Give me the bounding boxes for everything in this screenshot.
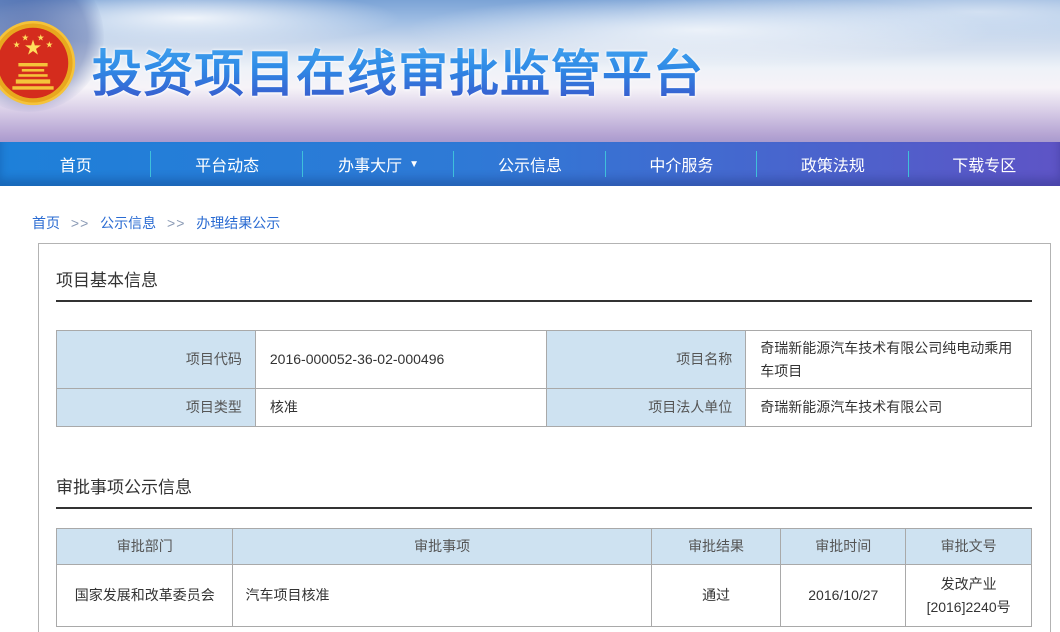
svg-text:★: ★ bbox=[37, 33, 45, 43]
chevron-down-icon: ▼ bbox=[409, 159, 419, 170]
approval-result: 通过 bbox=[651, 565, 781, 627]
nav-item-service-hall[interactable]: 办事大厅 ▼ bbox=[303, 142, 454, 186]
project-name-value: 奇瑞新能源汽车技术有限公司纯电动乘用车项目 bbox=[746, 331, 1032, 389]
basic-info-title: 项目基本信息 bbox=[56, 266, 1032, 302]
col-header-result: 审批结果 bbox=[651, 529, 781, 565]
nav-item-policies[interactable]: 政策法规 bbox=[757, 142, 908, 186]
basic-info-table: 项目代码 2016-000052-36-02-000496 项目名称 奇瑞新能源… bbox=[56, 330, 1032, 427]
approval-item: 汽车项目核准 bbox=[233, 565, 651, 627]
approval-department: 国家发展和改革委员会 bbox=[57, 565, 233, 627]
site-title: 投资项目在线审批监管平台 bbox=[92, 34, 704, 106]
approval-table: 审批部门 审批事项 审批结果 审批时间 审批文号 国家发展和改革委员会 汽车项目… bbox=[56, 528, 1032, 627]
table-row: 项目类型 核准 项目法人单位 奇瑞新能源汽车技术有限公司 bbox=[57, 389, 1032, 427]
col-header-department: 审批部门 bbox=[57, 529, 233, 565]
project-code-value: 2016-000052-36-02-000496 bbox=[255, 331, 547, 389]
legal-entity-label: 项目法人单位 bbox=[547, 389, 746, 427]
col-header-date: 审批时间 bbox=[781, 529, 906, 565]
table-header-row: 审批部门 审批事项 审批结果 审批时间 审批文号 bbox=[57, 529, 1032, 565]
project-type-label: 项目类型 bbox=[57, 389, 256, 427]
breadcrumb-separator: >> bbox=[167, 215, 185, 231]
breadcrumb-public-info-link[interactable]: 公示信息 bbox=[100, 215, 156, 231]
nav-item-public-info[interactable]: 公示信息 bbox=[454, 142, 605, 186]
project-name-label: 项目名称 bbox=[547, 331, 746, 389]
breadcrumb: 首页 >> 公示信息 >> 办理结果公示 bbox=[32, 213, 1060, 233]
approval-date: 2016/10/27 bbox=[781, 565, 906, 627]
approval-doc-no: 发改产业[2016]2240号 bbox=[906, 565, 1032, 627]
svg-text:★: ★ bbox=[13, 40, 21, 50]
breadcrumb-home-link[interactable]: 首页 bbox=[32, 215, 60, 231]
table-row: 国家发展和改革委员会 汽车项目核准 通过 2016/10/27 发改产业[201… bbox=[57, 565, 1032, 627]
approval-info-title: 审批事项公示信息 bbox=[56, 473, 1032, 509]
main-nav: 首页 平台动态 办事大厅 ▼ 公示信息 中介服务 政策法规 下载专区 bbox=[0, 142, 1060, 186]
project-type-value: 核准 bbox=[255, 389, 547, 427]
project-code-label: 项目代码 bbox=[57, 331, 256, 389]
legal-entity-value: 奇瑞新能源汽车技术有限公司 bbox=[746, 389, 1032, 427]
nav-item-home[interactable]: 首页 bbox=[0, 142, 151, 186]
breadcrumb-separator: >> bbox=[71, 215, 89, 231]
national-emblem-icon: ★ ★ ★ ★ ★ bbox=[0, 20, 76, 106]
content-box: 项目基本信息 项目代码 2016-000052-36-02-000496 项目名… bbox=[38, 243, 1051, 632]
table-row: 项目代码 2016-000052-36-02-000496 项目名称 奇瑞新能源… bbox=[57, 331, 1032, 389]
nav-item-platform-news[interactable]: 平台动态 bbox=[151, 142, 302, 186]
breadcrumb-result-link[interactable]: 办理结果公示 bbox=[196, 215, 280, 231]
section-approval-info: 审批事项公示信息 审批部门 审批事项 审批结果 审批时间 审批文号 国家发展和改… bbox=[56, 473, 1032, 627]
col-header-doc-no: 审批文号 bbox=[906, 529, 1032, 565]
col-header-item: 审批事项 bbox=[233, 529, 651, 565]
nav-item-downloads[interactable]: 下载专区 bbox=[909, 142, 1060, 186]
svg-text:★: ★ bbox=[21, 33, 29, 43]
section-basic-info: 项目基本信息 项目代码 2016-000052-36-02-000496 项目名… bbox=[56, 266, 1032, 427]
site-header: ★ ★ ★ ★ ★ 投资项目在线审批监管平台 bbox=[0, 0, 1060, 142]
svg-text:★: ★ bbox=[45, 40, 53, 50]
nav-item-intermediary[interactable]: 中介服务 bbox=[606, 142, 757, 186]
